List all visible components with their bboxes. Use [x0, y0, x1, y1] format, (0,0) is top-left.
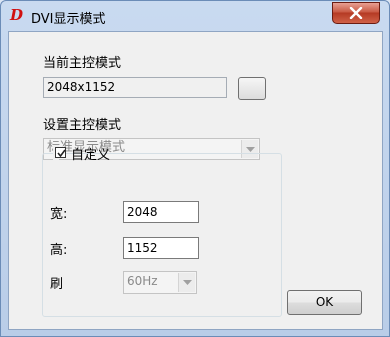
window-title: DVI显示模式: [31, 12, 106, 27]
custom-checkbox-label: 自定义: [71, 148, 111, 163]
refresh-rate-select[interactable]: 60Hz: [123, 271, 197, 294]
refresh-rate-value: 60Hz: [127, 274, 158, 288]
app-logo-icon: D: [10, 6, 24, 24]
browse-button[interactable]: [238, 77, 266, 100]
ok-button[interactable]: OK: [287, 290, 362, 315]
refresh-dropdown-button[interactable]: [178, 273, 195, 292]
refresh-label: 刷: [50, 277, 64, 292]
dialog-window: D DVI显示模式 当前主控模式 2048x1152 设置主控模式 标准显示模式: [0, 0, 390, 337]
chevron-down-icon: [246, 147, 255, 152]
custom-checkbox[interactable]: [55, 147, 66, 158]
current-mode-field: 2048x1152: [43, 77, 227, 98]
checkmark-icon: [57, 149, 66, 158]
width-input[interactable]: 2048: [123, 201, 199, 223]
custom-checkbox-row[interactable]: 自定义: [53, 145, 110, 163]
set-mode-label: 设置主控模式: [43, 118, 122, 133]
height-label: 高:: [50, 243, 68, 258]
dialog-client-area: 当前主控模式 2048x1152 设置主控模式 标准显示模式 自定义 宽: 20…: [8, 31, 383, 330]
current-mode-label: 当前主控模式: [43, 56, 122, 71]
chevron-down-icon: [183, 280, 192, 285]
close-icon: [349, 7, 363, 19]
title-bar[interactable]: D DVI显示模式: [1, 1, 389, 31]
close-button[interactable]: [332, 2, 380, 24]
width-label: 宽:: [50, 207, 68, 222]
height-input[interactable]: 1152: [123, 237, 199, 259]
